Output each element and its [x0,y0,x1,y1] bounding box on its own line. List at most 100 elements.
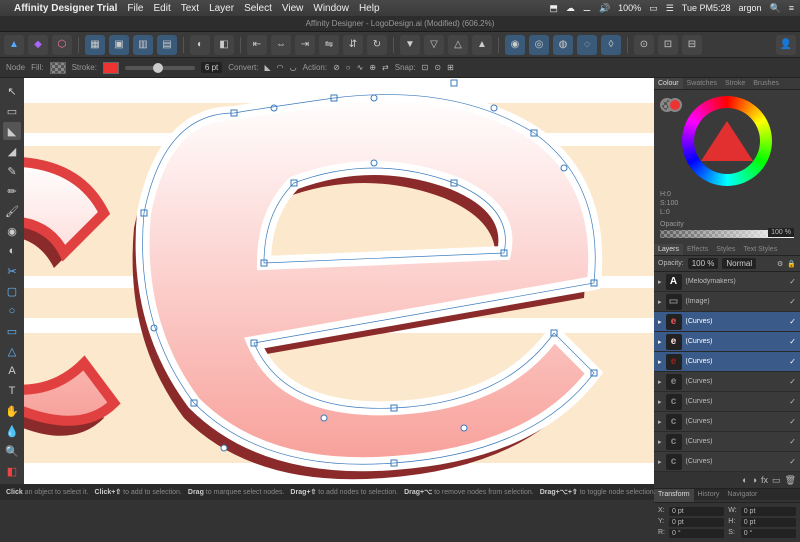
menu-layer[interactable]: Layer [209,3,234,14]
account-icon[interactable]: 👤 [776,35,796,55]
artboard-tool-icon[interactable]: ▭ [3,102,21,120]
boolean-divide-icon[interactable]: ◊ [601,35,621,55]
snap-guides-icon[interactable]: ▥ [133,35,153,55]
insert-target-icon[interactable]: ⊙ [634,35,654,55]
fill-swatch[interactable] [50,62,66,74]
convert-sharp-icon[interactable]: ◣ [265,63,271,72]
visibility-check-icon[interactable]: ✓ [789,437,796,446]
mask-icon[interactable]: ◐ [742,475,747,485]
tab-stroke[interactable]: Stroke [721,78,749,89]
x-field[interactable]: 0 pt [669,507,724,516]
colour-wheel[interactable] [682,96,772,186]
menu-file[interactable]: File [127,3,143,14]
shape-ellipse-icon[interactable]: ○ [3,302,21,320]
arrange-back-icon[interactable]: ▼ [400,35,420,55]
spotlight-icon[interactable]: 🔍 [770,3,781,14]
pen-tool-icon[interactable]: ✎ [3,162,21,180]
visibility-check-icon[interactable]: ✓ [789,377,796,386]
snap-objects-icon[interactable]: ▤ [157,35,177,55]
arrange-forward-icon[interactable]: △ [448,35,468,55]
shape-rounded-icon[interactable]: ▭ [3,322,21,340]
tab-styles[interactable]: Styles [712,244,739,255]
menu-window[interactable]: Window [313,3,349,14]
persona-export-icon[interactable]: ⬡ [52,35,72,55]
shape-rect-icon[interactable]: ▢ [3,282,21,300]
arrange-backward-icon[interactable]: ▽ [424,35,444,55]
text-frame-icon[interactable]: T [3,382,21,400]
opacity-value[interactable]: 100 % [768,228,794,237]
arrange-front-icon[interactable]: ▲ [472,35,492,55]
chevron-right-icon[interactable]: ▸ [658,318,662,326]
tab-effects[interactable]: Effects [683,244,712,255]
layer-row[interactable]: ▸e(Curves)✓ [654,352,800,372]
add-layer-icon[interactable]: ▭ [772,475,781,486]
layer-opacity-field[interactable]: 100 % [688,258,719,269]
dropbox-icon[interactable]: ⬒ [549,3,558,14]
battery-icon[interactable]: ▭ [649,3,658,14]
insert-behind-icon[interactable]: ⊟ [682,35,702,55]
layer-row[interactable]: ▸e(Curves)✓ [654,312,800,332]
view-mode-icon[interactable]: ◐ [190,35,210,55]
zoom-tool-icon[interactable]: 🔍 [3,442,21,460]
swatch-fg-icon[interactable]: ◧ [3,462,21,480]
align-left-icon[interactable]: ⇤ [247,35,267,55]
layer-row[interactable]: ▸c(Curves)✓ [654,432,800,452]
layer-row[interactable]: ▸A(Melodymakers)✓ [654,272,800,292]
blend-mode[interactable]: Normal [722,258,756,269]
menu-text[interactable]: Text [181,3,199,14]
pencil-tool-icon[interactable]: ✏ [3,182,21,200]
menu-edit[interactable]: Edit [153,3,170,14]
tab-transform[interactable]: Transform [654,489,694,502]
menu-help[interactable]: Help [359,3,380,14]
chevron-right-icon[interactable]: ▸ [658,298,662,306]
node-tool-icon[interactable]: ◣ [3,122,21,140]
tab-swatches[interactable]: Swatches [683,78,721,89]
w-field[interactable]: 0 pt [741,507,796,516]
dropper-tool-icon[interactable]: 💧 [3,422,21,440]
layer-row[interactable]: ▸c(Curves)✓ [654,392,800,412]
boolean-subtract-icon[interactable]: ◎ [529,35,549,55]
move-tool-icon[interactable]: ↖ [3,82,21,100]
app-menu[interactable]: Affinity Designer Trial [14,3,117,14]
chevron-right-icon[interactable]: ▸ [658,418,662,426]
brush-tool-icon[interactable]: 🖌 [3,202,21,220]
chevron-right-icon[interactable]: ▸ [658,378,662,386]
action-close-icon[interactable]: ○ [346,63,351,72]
boolean-add-icon[interactable]: ◉ [505,35,525,55]
tab-history[interactable]: History [694,489,724,502]
h-field[interactable]: 0 pt [741,518,796,527]
convert-smooth-icon[interactable]: ◠ [277,63,284,72]
boolean-xor-icon[interactable]: ◌ [577,35,597,55]
visibility-check-icon[interactable]: ✓ [789,317,796,326]
layer-row[interactable]: ▸e(Curves)✓ [654,332,800,352]
layer-row[interactable]: ▸e(Curves)✓ [654,372,800,392]
snap-curve-icon[interactable]: ⊙ [434,63,441,72]
stroke-circle[interactable] [668,98,682,112]
adjust-icon[interactable]: ◑ [752,475,757,485]
pan-tool-icon[interactable]: ✋ [3,402,21,420]
shape-triangle-icon[interactable]: △ [3,342,21,360]
layer-row[interactable]: ▸▭(Image)✓ [654,292,800,312]
fx-icon[interactable]: fx [761,475,768,485]
boolean-intersect-icon[interactable]: ◍ [553,35,573,55]
opacity-slider[interactable]: 100 % [660,230,794,238]
lock-icon[interactable]: 🔒 [787,260,796,268]
action-break-icon[interactable]: ⊘ [333,63,340,72]
visibility-check-icon[interactable]: ✓ [789,397,796,406]
snap-all-icon[interactable]: ⊞ [447,63,454,72]
flip-h-icon[interactable]: ⇋ [319,35,339,55]
convert-smart-icon[interactable]: ◡ [290,63,297,72]
text-tool-icon[interactable]: A [3,362,21,380]
user-name[interactable]: argon [738,3,761,13]
tab-colour[interactable]: Colour [654,78,683,89]
action-smooth-icon[interactable]: ∿ [357,63,364,72]
clock[interactable]: Tue PM5:28 [682,3,731,13]
visibility-check-icon[interactable]: ✓ [789,457,796,466]
chevron-right-icon[interactable]: ▸ [658,278,662,286]
s-field[interactable]: 0 ° [741,529,796,538]
visibility-check-icon[interactable]: ✓ [789,357,796,366]
rotate-icon[interactable]: ↻ [367,35,387,55]
crop-tool-icon[interactable]: ✂ [3,262,21,280]
chevron-right-icon[interactable]: ▸ [658,438,662,446]
action-join-icon[interactable]: ⊕ [369,63,376,72]
